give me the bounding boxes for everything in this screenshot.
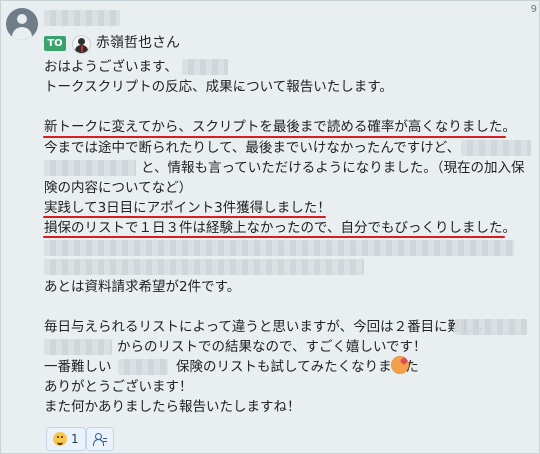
to-badge: TO <box>44 36 66 51</box>
redacted-text <box>461 140 531 156</box>
message-line-7: 実践して3日目にアポイント3件獲得しました！ <box>44 200 331 216</box>
highlight-underline <box>43 236 505 238</box>
message-line-5: と、情報も言っていただけるようになりました。（現在の加入保 <box>141 160 525 176</box>
message-line-3: 新トークに変えてから、スクリプトを最後まで読める確率が高くなりました。 <box>44 119 516 135</box>
message-line-1: おはようございます、 <box>44 59 178 75</box>
recipient-avatar[interactable] <box>72 35 91 54</box>
redacted-sender-name <box>44 10 120 26</box>
message-line-12: 一番難しい <box>44 359 112 375</box>
redacted-text <box>182 59 228 75</box>
message-line-14: ありがとうございます！ <box>44 379 193 395</box>
message-line-13: 保険のリストも試してみたくなりました <box>176 359 419 375</box>
message-line-11: からのリストでの結果なので、すごく嬉しいです！ <box>117 339 427 355</box>
message-line-8: 損保のリストで１日３件は経験上なかったので、自分でもびっくりしました。 <box>44 220 516 236</box>
redacted-line <box>44 240 514 256</box>
redacted-line <box>44 259 364 275</box>
redacted-text <box>44 339 112 355</box>
reaction-users-button[interactable] <box>86 427 114 451</box>
reaction-chip[interactable]: 1 <box>46 427 86 451</box>
smiling-face-with-hearts-icon <box>391 356 409 374</box>
message-line-10: 毎日与えられるリストによって違うと思いますが、今回は２番目に難しい <box>44 319 489 335</box>
grinning-face-icon <box>53 432 67 446</box>
redacted-text <box>455 319 527 335</box>
timestamp-fragment: 9 <box>530 4 537 15</box>
message-line-6: 険の内容についてなど） <box>44 180 193 196</box>
sender-avatar[interactable] <box>6 8 38 40</box>
redacted-text <box>44 160 136 176</box>
highlight-underline <box>43 216 326 218</box>
recipient-name: 赤嶺哲也さん <box>96 35 180 51</box>
highlight-underline <box>43 136 506 138</box>
message-line-4: 今までは途中で断られたりして、最後までいけなかったんですけど、 <box>44 140 461 156</box>
message-line-15: また何かありましたら報告いたしますね！ <box>44 399 301 415</box>
message-line-9: あとは資料請求希望が2件です。 <box>44 279 241 295</box>
message-line-2: トークスクリプトの反応、成果について報告いたします。 <box>44 79 393 95</box>
users-list-icon <box>93 432 107 446</box>
reaction-count: 1 <box>71 432 79 446</box>
redacted-text <box>118 359 168 375</box>
